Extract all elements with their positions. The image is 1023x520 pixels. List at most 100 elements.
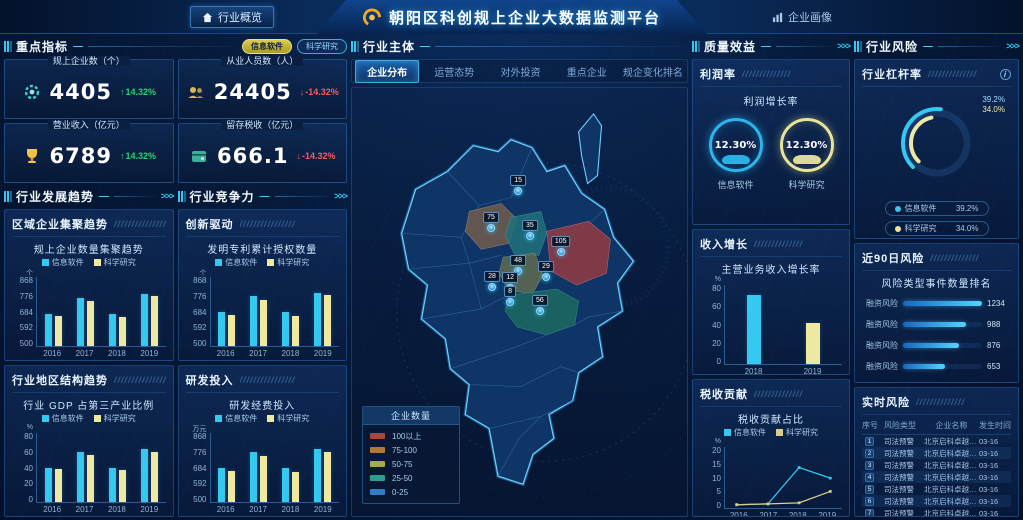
bar [141, 449, 148, 502]
tax-contribution-panel: 税收贡献////////////// 税收贡献占比信息软件科学研究%201510… [692, 379, 850, 517]
bar [314, 449, 321, 502]
stat-delta: -14.32% [302, 151, 336, 161]
tax-share-chart: 税收贡献占比信息软件科学研究%201510502016201720182019 [700, 411, 842, 517]
hatch-decoration: //////////////// [114, 375, 166, 385]
rnd-invest-chart: 研发经费投入信息软件科学研究万元868776684592500201620172… [186, 397, 340, 514]
panel-subtitle: 实时风险 [862, 394, 910, 410]
bar [747, 295, 761, 364]
nav-left-label: 行业概览 [218, 9, 262, 25]
marker-value: 105 [551, 236, 571, 247]
bar [109, 314, 116, 346]
tab-operation-status[interactable]: 运营态势 [423, 61, 485, 82]
bar [292, 316, 299, 346]
map-marker[interactable]: 15 [510, 175, 526, 195]
panel-subtitle: 税收贡献 [700, 386, 748, 402]
table-row: 5司法预警北京启科卓越科技有限公司03-16 [862, 483, 1011, 495]
stat-value: 24405 [214, 80, 292, 104]
expand-arrows-icon[interactable]: >>> [837, 41, 850, 51]
quality-benefit-title: 质量效益 [704, 38, 756, 55]
bar [77, 452, 84, 502]
leverage-donut: 39.2%34.0% [862, 87, 1011, 199]
tab-key-enterprises[interactable]: 重点企业 [556, 61, 618, 82]
bar [806, 323, 820, 364]
stat-delta: 14.32% [125, 151, 156, 161]
marker-value: 29 [538, 261, 554, 272]
tab-enterprise-distribution[interactable]: 企业分布 [355, 60, 419, 83]
gear-icon [22, 82, 42, 102]
industry-body-tabs: 企业分布 运营态势 对外投资 重点企业 规企变化排名 [351, 59, 688, 83]
hatch-decoration: ////////////// [754, 239, 842, 249]
bar [119, 470, 126, 502]
nav-right-label: 企业画像 [788, 9, 832, 25]
bar [45, 314, 52, 346]
stat-cards: 规上企业数（个） 4405 ↑14.32% 从业人员数（人） 24405 ↓-1… [4, 59, 347, 183]
info-icon[interactable]: i [1000, 69, 1011, 80]
stat-label: 规上企业数（个） [48, 56, 130, 66]
bar [151, 452, 158, 502]
marker-value: 75 [483, 212, 499, 223]
expand-arrows-icon[interactable]: >>> [334, 191, 347, 201]
hatch-decoration: ////////////// [742, 69, 842, 79]
marker-pin-icon [526, 232, 534, 240]
competitiveness-title: 行业竞争力 [190, 188, 255, 205]
table-row: 4司法预警北京启科卓越科技有限公司03-16 [862, 471, 1011, 483]
liquid-wave [722, 155, 750, 164]
expand-arrows-icon[interactable]: >>> [161, 191, 174, 201]
gauge-info-software: 12.30% [709, 118, 763, 172]
map-marker[interactable]: 28 [484, 271, 500, 291]
bar [250, 452, 257, 502]
bar [151, 296, 158, 346]
table-row: 6司法预警北京启科卓越科技有限公司03-16 [862, 495, 1011, 507]
competitiveness-section: 行业竞争力 — >>> 创新驱动//////////////// 发明专利累计授… [178, 187, 348, 517]
expand-arrows-icon[interactable]: >>> [1006, 41, 1019, 51]
donut-callout: 39.2%34.0% [982, 95, 1005, 115]
map-marker[interactable]: 35 [522, 220, 538, 240]
stat-label: 留存税收（亿元） [221, 120, 303, 130]
map-marker[interactable]: 56 [532, 295, 548, 315]
nav-industry-overview[interactable]: 行业概览 [190, 6, 274, 28]
panel-subtitle: 行业杠杆率 [862, 66, 922, 82]
bar [292, 472, 299, 502]
tab-change-ranking[interactable]: 规企变化排名 [622, 61, 684, 82]
hatch-decoration: ////////////// [930, 253, 1011, 263]
hatch-decoration: //////////////// [240, 219, 340, 229]
panel-subtitle: 行业地区结构趋势 [12, 372, 108, 388]
stat-delta: -14.32% [305, 87, 339, 97]
bar [282, 468, 289, 502]
section-marker-icon [4, 41, 6, 52]
bar [228, 315, 235, 346]
map-marker[interactable]: 8 [504, 286, 516, 306]
stat-delta: 14.32% [125, 87, 156, 97]
map-legend: 企业数量100以上75-10050-7525-500-25 [362, 406, 460, 504]
gauge-label: 信息软件 [717, 178, 753, 191]
risk-rank-row: 融资风险876 [862, 340, 1011, 351]
map-legend-item: 50-75 [370, 457, 452, 471]
app-title-bar: 朝阳区科创规上企业大数据监测平台 [316, 0, 707, 34]
stat-value: 4405 [50, 80, 112, 104]
tag-info-software[interactable]: 信息软件 [242, 39, 292, 54]
table-row: 3司法预警北京启科卓越科技有限公司03-16 [862, 459, 1011, 471]
bar [260, 456, 267, 502]
table-row: 1司法预警北京启科卓越科技有限公司03-16 [862, 435, 1011, 447]
bar [228, 471, 235, 502]
leverage-legend: 信息软件39.2% 科学研究34.0% [862, 201, 1011, 236]
risk-rank-row: 融资风险1234 [862, 298, 1011, 309]
tab-outbound-investment[interactable]: 对外投资 [489, 61, 551, 82]
gauge-label: 科学研究 [788, 178, 824, 191]
map-marker[interactable]: 29 [538, 261, 554, 281]
industry-risk-title: 行业风险 [866, 38, 918, 55]
legend-dot [895, 226, 901, 232]
wallet-icon [189, 146, 209, 166]
tag-science-research[interactable]: 科学研究 [297, 39, 347, 54]
income-growth-panel: 收入增长////////////// 主营业务收入增长率%80604020020… [692, 229, 850, 375]
bar [218, 468, 225, 502]
map-marker[interactable]: 105 [551, 236, 571, 256]
home-icon [202, 12, 213, 23]
cluster-trend-chart: 规上企业数量集聚趋势信息软件科学研究个868776684592500201620… [12, 241, 166, 358]
section-marker-icon [854, 41, 856, 52]
income-growth-chart: 主营业务收入增长率%80604020020182019 [700, 261, 842, 375]
profit-rate-panel: 利润率////////////// 利润增长率 12.30% 信息软件 12.3… [692, 59, 850, 225]
map-marker[interactable]: 75 [483, 212, 499, 232]
nav-enterprise-profile[interactable]: 企业画像 [761, 6, 843, 28]
section-marker-icon [178, 191, 180, 202]
